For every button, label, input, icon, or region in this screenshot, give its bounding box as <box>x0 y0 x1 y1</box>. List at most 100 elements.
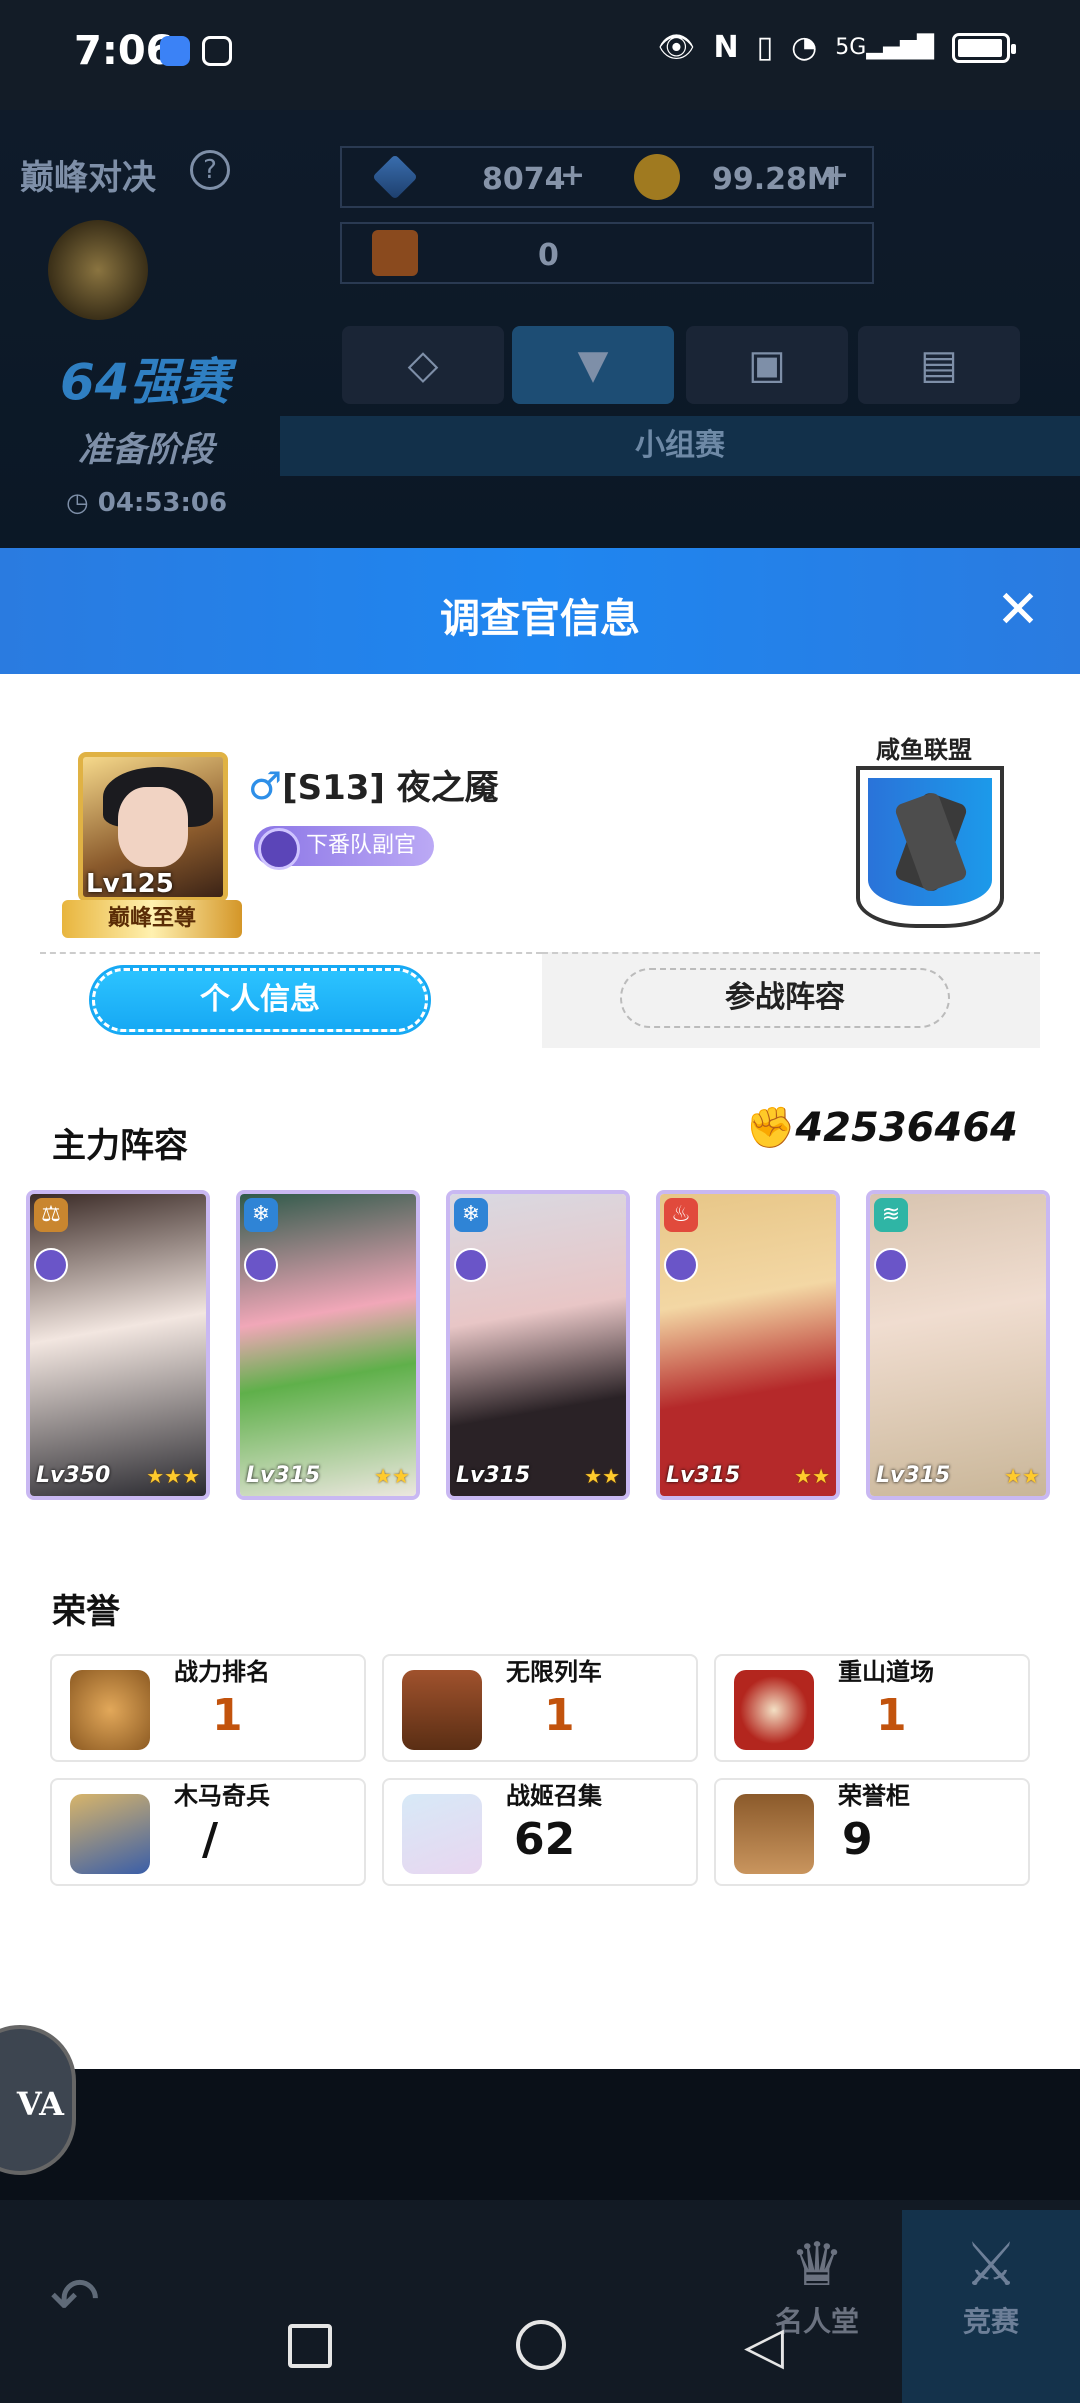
class-icon <box>664 1248 698 1282</box>
combat-power: ✊42536464 <box>745 1105 1018 1151</box>
ticket-bar: 0 <box>340 222 874 284</box>
close-icon[interactable]: ✕ <box>990 582 1046 638</box>
main-lineup-heading: 主力阵容 <box>52 1126 188 1166</box>
tab-battle-lineup[interactable]: 参战阵容 <box>620 968 950 1028</box>
tab-record[interactable]: ▤ <box>858 326 1020 404</box>
class-icon <box>454 1248 488 1282</box>
element-icon: ❄ <box>454 1198 488 1232</box>
hand-notification-icon <box>202 36 232 66</box>
silhouette-icon <box>402 1794 482 1874</box>
honor-trojan-soldier[interactable]: 木马奇兵 / <box>50 1778 366 1886</box>
diamond-count: 8074 <box>482 162 566 197</box>
dialog-header: 调查官信息 ✕ <box>0 548 1080 674</box>
home-icon[interactable] <box>516 2320 566 2370</box>
title-badge: 下番队副官 <box>254 826 435 870</box>
element-icon: ❄ <box>244 1198 278 1232</box>
eye-icon: 👁 <box>657 30 696 65</box>
honor-summon-count[interactable]: 战姬召集 62 <box>382 1778 698 1886</box>
class-icon <box>874 1248 908 1282</box>
honor-label: 无限列车 <box>506 1658 602 1686</box>
fist-icon: ✊ <box>745 1105 796 1151</box>
train-icon <box>402 1670 482 1750</box>
class-icon <box>34 1248 68 1282</box>
back-nav-icon[interactable]: ◁ <box>744 2318 794 2374</box>
vibrate-icon: ▯ <box>756 30 774 65</box>
game-background: 巅峰对决 ? 64强赛 准备阶段 ◷ 04:53:06 8074 + 99.28… <box>0 110 1080 550</box>
honor-value: 62 <box>514 1814 576 1865</box>
gold-coin-icon <box>634 154 680 200</box>
male-icon: ♂ <box>248 764 283 808</box>
hero-stars: ★★ <box>374 1464 410 1488</box>
hero-portrait <box>240 1194 416 1496</box>
dialog-title: 调查官信息 <box>440 596 640 642</box>
hero-stars: ★★★ <box>146 1464 200 1488</box>
help-icon[interactable]: ? <box>190 150 230 190</box>
signal-icon: 5G▂▄▆█ <box>835 35 934 60</box>
honor-infinite-train[interactable]: 无限列车 1 <box>382 1654 698 1762</box>
cabinet-icon <box>734 1794 814 1874</box>
honor-power-rank[interactable]: 战力排名 1 <box>50 1654 366 1762</box>
honor-label: 荣誉柜 <box>838 1782 910 1810</box>
back-icon[interactable]: ↶ <box>50 2265 100 2335</box>
countdown: ◷ 04:53:06 <box>66 488 228 518</box>
wifi-icon: ◔ <box>791 30 818 65</box>
hero-portrait <box>660 1194 836 1496</box>
class-icon <box>244 1248 278 1282</box>
hero-level: Lv350 <box>36 1463 111 1488</box>
floating-assistant-button[interactable]: VA <box>0 2025 76 2175</box>
group-stage-bar: 小组赛 <box>280 416 1080 476</box>
hero-card[interactable]: ❄ Lv315 ★★ <box>446 1190 630 1500</box>
nav-arena[interactable]: ⚔ 竞赛 <box>902 2210 1080 2403</box>
currency-bar: 8074 + 99.28M + <box>340 146 874 208</box>
hero-portrait <box>450 1194 626 1496</box>
honor-label: 木马奇兵 <box>174 1782 270 1810</box>
honor-value: 9 <box>842 1814 873 1865</box>
rank-medal: 1 <box>876 1690 907 1741</box>
hero-stars: ★★ <box>584 1464 620 1488</box>
avatar-face <box>118 787 188 867</box>
status-bar: 7:06 👁 N ▯ ◔ 5G▂▄▆█ <box>0 0 1080 110</box>
tab-rules[interactable]: ◇ <box>342 326 504 404</box>
add-gold-button[interactable]: + <box>824 158 849 193</box>
round-label: 64强赛 <box>60 353 230 411</box>
hero-card[interactable]: ≋ Lv315 ★★ <box>866 1190 1050 1500</box>
crest-icon <box>48 220 148 320</box>
tab-bracket[interactable]: ▼ <box>512 326 674 404</box>
ticket-icon <box>372 230 418 276</box>
honor-label: 重山道场 <box>838 1658 934 1686</box>
tab-team[interactable]: ▣ <box>686 326 848 404</box>
rank-medal: 1 <box>212 1690 243 1741</box>
battery-icon <box>952 32 1016 63</box>
mode-title: 巅峰对决 <box>20 158 156 198</box>
phase-label: 准备阶段 <box>78 430 214 470</box>
hero-portrait <box>870 1194 1046 1496</box>
guild-emblem-field <box>868 778 992 906</box>
tab-personal-info[interactable]: 个人信息 <box>92 968 428 1032</box>
rank-medal: 1 <box>544 1690 575 1741</box>
honor-label: 战姬召集 <box>506 1782 602 1810</box>
honor-mountain-dojo[interactable]: 重山道场 1 <box>714 1654 1030 1762</box>
player-name: ♂[S13] 夜之魇 <box>248 764 499 808</box>
honor-label: 战力排名 <box>174 1658 270 1686</box>
hero-card[interactable]: ⚖ Lv350 ★★★ <box>26 1190 210 1500</box>
gold-count: 99.28M <box>712 162 837 197</box>
guild-emblem[interactable] <box>856 766 1004 928</box>
hero-card[interactable]: ❄ Lv315 ★★ <box>236 1190 420 1500</box>
hero-level: Lv315 <box>666 1463 741 1488</box>
clock-icon: ◷ <box>66 488 98 518</box>
hero-level: Lv315 <box>456 1463 531 1488</box>
element-icon: ♨ <box>664 1198 698 1232</box>
recent-apps-icon[interactable] <box>288 2324 332 2368</box>
honor-cabinet[interactable]: 荣誉柜 9 <box>714 1778 1030 1886</box>
hero-card[interactable]: ♨ Lv315 ★★ <box>656 1190 840 1500</box>
rank-badge: 巅峰至尊 <box>62 900 242 938</box>
add-diamond-button[interactable]: + <box>560 158 585 193</box>
honors-heading: 荣誉 <box>52 1592 120 1632</box>
element-icon: ≋ <box>874 1198 908 1232</box>
hero-stars: ★★ <box>794 1464 830 1488</box>
element-icon: ⚖ <box>34 1198 68 1232</box>
diamond-icon <box>372 154 418 200</box>
knight-icon <box>70 1794 150 1874</box>
nfc-icon: N <box>713 30 739 65</box>
crown-icon: ♛ <box>790 2230 844 2300</box>
